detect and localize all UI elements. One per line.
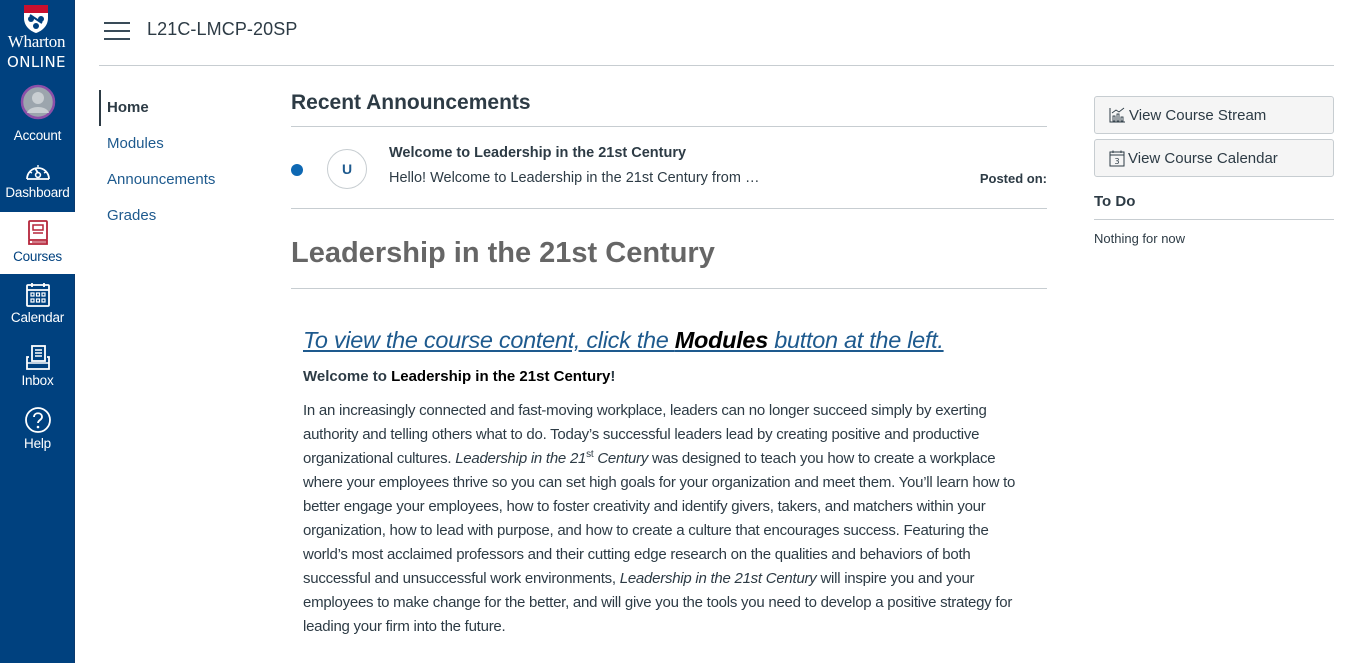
announcement-title-link[interactable]: Welcome to Leadership in the 21st Centur… [389,145,686,161]
course-syllabus-content: To view the course content, click the Mo… [291,289,1031,639]
global-nav-inbox-label: Inbox [21,373,54,388]
description-text: was designed to teach you how to create … [303,450,1016,587]
logo-online-text: ONLINE [7,53,66,71]
course-nav-home[interactable]: Home [99,90,269,126]
course-description: In an increasingly connected and fast-mo… [303,399,1031,639]
right-sidebar: View Course Stream 3 View Course Calenda… [1094,96,1334,246]
question-circle-icon [24,407,51,433]
modules-link-text-after: button at the left. [767,327,944,353]
global-nav-account[interactable]: Account [0,84,75,146]
global-nav-courses[interactable]: Courses [0,212,75,274]
main-content: Recent Announcements U Welcome to Leader… [291,84,1047,639]
global-nav-account-label: Account [13,128,62,143]
chart-icon [1109,107,1125,123]
view-course-calendar-button[interactable]: 3 View Course Calendar [1094,139,1334,177]
description-italic-title: Leadership in the 21 [455,450,587,467]
description-italic-title-end: Century [593,450,649,467]
todo-empty-message: Nothing for now [1094,231,1186,246]
welcome-suffix: ! [610,368,616,385]
speedometer-icon [25,165,50,180]
wharton-online-logo[interactable]: Wharton ONLINE [0,0,75,78]
announcement-posted-on: Posted on: [979,171,1047,186]
modules-instruction-link[interactable]: To view the course content, click the Mo… [303,327,944,354]
global-nav-help[interactable]: Help [0,406,75,456]
global-nav-dashboard[interactable]: Dashboard [0,160,75,210]
global-nav-calendar[interactable]: Calendar [0,282,75,332]
hamburger-icon[interactable] [104,22,130,42]
course-header: L21C-LMCP-20SP [99,0,1334,66]
welcome-prefix: Welcome to [303,368,392,385]
unread-indicator-icon [291,164,303,176]
global-nav-help-label: Help [24,436,51,451]
course-title: Leadership in the 21st Century [291,237,1047,289]
global-nav: Wharton ONLINE Account Dashboard Courses [0,0,75,663]
course-nav-announcements[interactable]: Announcements [99,162,269,198]
global-nav-inbox[interactable]: Inbox [0,345,75,395]
modules-link-bold: Modules [674,327,769,353]
avatar-icon [20,84,55,120]
breadcrumb-course-code[interactable]: L21C-LMCP-20SP [147,19,297,40]
global-nav-dashboard-label: Dashboard [5,185,70,200]
calendar-small-icon: 3 [1109,150,1125,166]
book-icon [27,220,48,245]
announcement-author-avatar: U [327,149,367,189]
inbox-icon [25,345,50,370]
calendar-icon [25,283,50,307]
course-nav: Home Modules Announcements Grades [99,90,269,234]
view-course-calendar-label: View Course Calendar [1128,149,1278,167]
recent-announcements-heading: Recent Announcements [291,84,1047,127]
logo-wharton-text: Wharton [7,32,66,51]
svg-text:3: 3 [1114,157,1119,166]
welcome-course-name: Leadership in the 21st Century [391,368,611,385]
welcome-line: Welcome to Leadership in the 21st Centur… [303,368,1031,385]
description-italic-title: Leadership in the 21st Century [619,570,817,587]
announcement-preview: Hello! Welcome to Leadership in the 21st… [389,170,760,186]
view-course-stream-label: View Course Stream [1129,106,1267,124]
view-course-stream-button[interactable]: View Course Stream [1094,96,1334,134]
course-nav-modules[interactable]: Modules [99,126,269,162]
todo-heading: To Do [1094,193,1334,220]
course-nav-grades[interactable]: Grades [99,198,269,234]
global-nav-courses-label: Courses [13,249,62,264]
global-nav-calendar-label: Calendar [10,310,65,325]
modules-link-text-before: To view the course content, click the [303,327,675,353]
announcement-item[interactable]: U Welcome to Leadership in the 21st Cent… [291,127,1047,209]
penn-shield-icon [24,5,48,33]
